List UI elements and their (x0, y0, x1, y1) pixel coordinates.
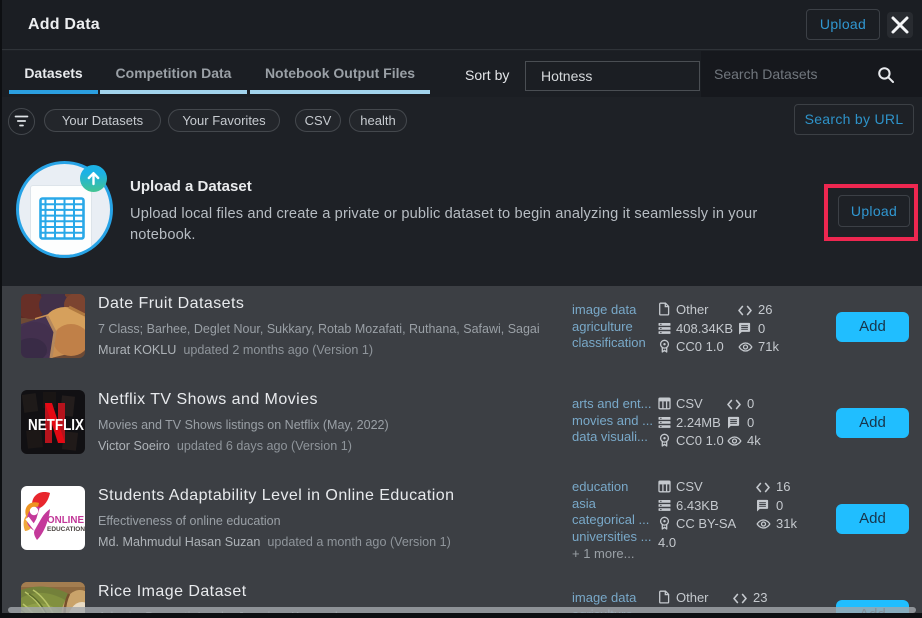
svg-text:EDUCATION: EDUCATION (47, 526, 85, 533)
svg-text:ONLINE: ONLINE (47, 514, 84, 526)
svg-text:NETFLIX: NETFLIX (28, 417, 84, 434)
